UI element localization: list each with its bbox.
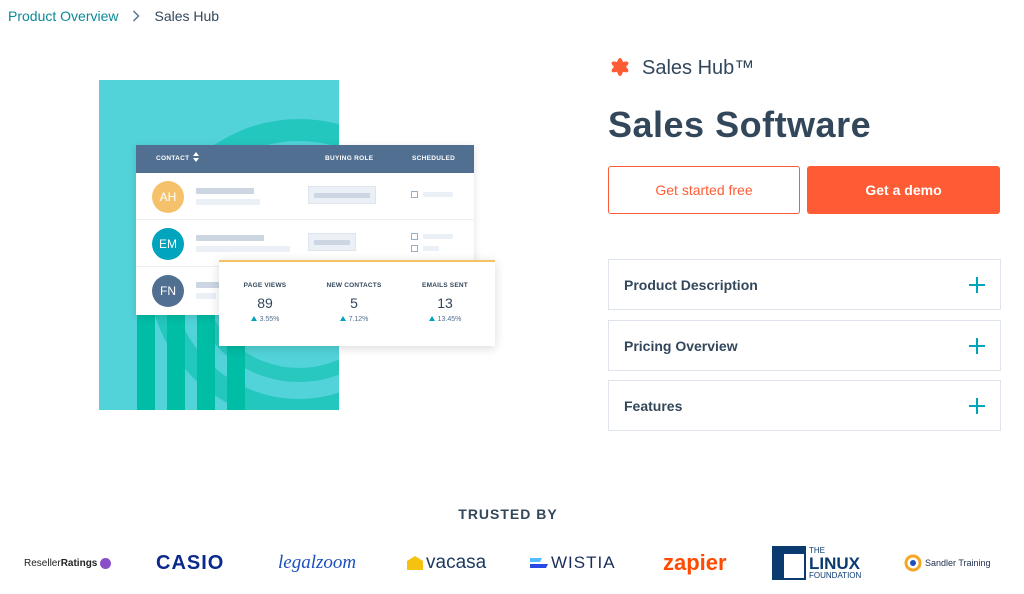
- avatar: FN: [152, 275, 184, 307]
- column-header-buying-role: BUYING ROLE: [325, 155, 374, 162]
- stat-new-contacts: NEW CONTACTS 5 7.12%: [308, 262, 400, 323]
- column-header-contact: CONTACT: [156, 155, 190, 162]
- sandler-swirl-icon: [904, 554, 922, 572]
- accordion-features[interactable]: Features: [608, 380, 1001, 431]
- stat-label: NEW CONTACTS: [326, 282, 382, 289]
- stat-change: 7.12%: [348, 316, 369, 323]
- arrow-up-icon: [339, 316, 346, 321]
- casio-logo: CASIO: [156, 551, 225, 574]
- plus-icon: [969, 337, 985, 354]
- column-header-scheduled: SCHEDULED: [412, 155, 456, 162]
- stat-label: EMAILS SENT: [422, 282, 468, 289]
- stat-label: PAGE VIEWS: [243, 282, 287, 289]
- wistia-mark-icon: [530, 558, 548, 568]
- accordion-label: Product Description: [624, 276, 758, 293]
- logo-text: Ratings: [60, 557, 98, 569]
- stat-value: 89: [257, 295, 273, 311]
- stat-change: 3.55%: [259, 316, 280, 323]
- product-label: Sales Hub™: [608, 56, 754, 80]
- logo-text: Sandler Training: [925, 558, 991, 568]
- contacts-table-header: CONTACT BUYING ROLE SCHEDULED: [136, 145, 474, 173]
- stat-emails-sent: EMAILS SENT 13 13.45%: [399, 262, 491, 323]
- sales-hub-sprocket-icon: [611, 58, 629, 76]
- logo-text: LINUX: [809, 553, 860, 573]
- breadcrumb: Product Overview Sales Hub: [8, 8, 219, 24]
- sandler-training-logo: Sandler Training: [904, 548, 991, 578]
- checkmark-badge-icon: [100, 557, 112, 569]
- stat-value: 5: [350, 295, 358, 311]
- wistia-logo: WISTIA: [530, 548, 616, 578]
- logo-text: vacasa: [426, 552, 487, 573]
- calendar-icon: [411, 245, 418, 252]
- calendar-icon: [411, 233, 418, 240]
- avatar: EM: [152, 228, 184, 260]
- linux-foundation-mark-icon: [772, 546, 806, 580]
- stat-value: 13: [437, 295, 453, 311]
- stat-change: 13.45%: [437, 316, 462, 323]
- plus-icon: [969, 276, 985, 293]
- stat-page-views: PAGE VIEWS 89 3.55%: [219, 262, 311, 323]
- trusted-by-heading: TRUSTED BY: [458, 506, 558, 522]
- zapier-logo: zapier: [663, 550, 727, 575]
- plus-icon: [969, 397, 985, 414]
- logo-text: Reseller: [24, 557, 61, 569]
- breadcrumb-link-product-overview[interactable]: Product Overview: [8, 8, 118, 24]
- linux-foundation-logo: THE LINUX FOUNDATION: [772, 546, 861, 580]
- logo-text: WISTIA: [551, 553, 616, 572]
- avatar: AH: [152, 181, 184, 213]
- table-row: AH: [136, 173, 474, 220]
- breadcrumb-current: Sales Hub: [154, 8, 220, 24]
- calendar-icon: [411, 191, 418, 198]
- resellerratings-logo: Reseller Ratings: [24, 548, 112, 578]
- accordion-pricing-overview[interactable]: Pricing Overview: [608, 320, 1001, 371]
- page-title: Sales Software: [608, 104, 872, 145]
- vacasa-logo: vacasa: [406, 548, 486, 578]
- hero-illustration: CONTACT BUYING ROLE SCHEDULED AH EM FN P…: [99, 80, 499, 412]
- accordion-label: Features: [624, 397, 683, 414]
- chevron-right-icon: [132, 10, 140, 22]
- sort-icon: [193, 152, 199, 164]
- logo-text: FOUNDATION: [809, 570, 862, 580]
- stats-card: PAGE VIEWS 89 3.55% NEW CONTACTS 5 7.12%…: [219, 260, 495, 346]
- product-name: Sales Hub™: [642, 56, 755, 79]
- get-a-demo-button[interactable]: Get a demo: [807, 166, 1000, 214]
- arrow-up-icon: [428, 316, 435, 321]
- arrow-up-icon: [250, 316, 257, 321]
- accordion-product-description[interactable]: Product Description: [608, 259, 1001, 310]
- vacasa-house-icon: [407, 556, 423, 570]
- get-started-free-button[interactable]: Get started free: [608, 166, 800, 214]
- legalzoom-logo: legalzoom: [278, 552, 357, 573]
- accordion-label: Pricing Overview: [624, 337, 738, 354]
